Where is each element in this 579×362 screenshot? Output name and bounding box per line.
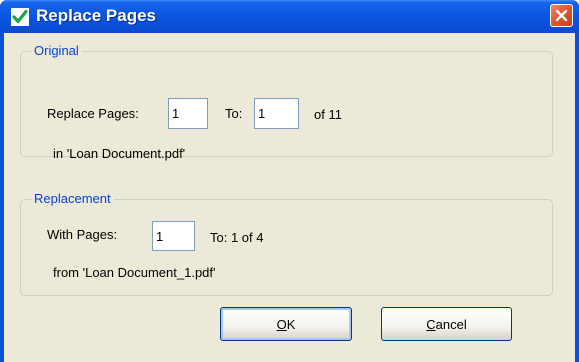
replace-to-page-input[interactable] — [254, 98, 299, 129]
replacement-to-text: To: 1 of 4 — [210, 230, 264, 245]
replace-pages-dialog: Replace Pages Original Replace Pages: To… — [0, 0, 579, 362]
replace-from-page-input[interactable] — [168, 98, 208, 129]
close-button[interactable] — [550, 4, 573, 27]
green-checkmark-icon — [11, 8, 29, 26]
original-page-count: of 11 — [314, 107, 342, 122]
cancel-accesskey: C — [426, 316, 436, 332]
close-x-icon — [555, 9, 568, 22]
cancel-label-rest: ancel — [435, 316, 467, 332]
replacement-group: Replacement — [20, 191, 553, 296]
replacement-group-label: Replacement — [31, 191, 114, 207]
dialog-title: Replace Pages — [36, 6, 157, 25]
title-bar[interactable]: Replace Pages — [0, 0, 579, 33]
with-pages-from-input[interactable] — [152, 221, 195, 251]
ok-label-rest: K — [286, 316, 296, 332]
with-pages-label: With Pages: — [47, 227, 118, 242]
cancel-button[interactable]: Cancel — [381, 307, 512, 341]
ok-button[interactable]: OK — [220, 307, 352, 341]
replacement-file-name: from 'Loan Document_1.pdf' — [53, 265, 216, 280]
original-file-name: in 'Loan Document.pdf' — [53, 146, 186, 161]
to-label: To: — [225, 106, 243, 121]
replace-pages-label: Replace Pages: — [47, 106, 139, 121]
original-group-label: Original — [31, 43, 82, 59]
ok-accesskey: O — [276, 316, 287, 332]
